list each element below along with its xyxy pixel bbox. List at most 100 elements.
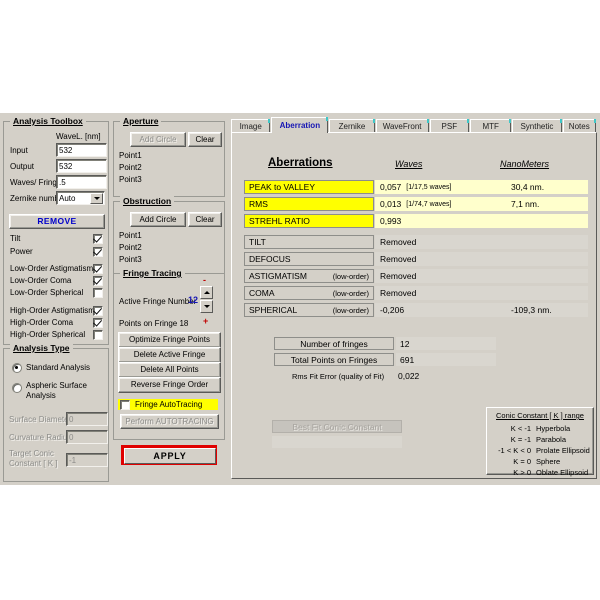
- tab-aberration[interactable]: Aberration: [271, 117, 328, 133]
- spinner-up-icon[interactable]: [200, 286, 213, 299]
- row-waves-value: 0,013[1/74,7 waves]: [375, 197, 506, 211]
- obstruction-add-circle-button[interactable]: Add Circle: [130, 212, 186, 227]
- row-waves-value: Removed: [375, 252, 506, 266]
- delete-active-fringe-button[interactable]: Delete Active Fringe: [118, 347, 221, 363]
- radio-aspheric-analysis[interactable]: [12, 383, 22, 393]
- optimize-fringe-points-button[interactable]: Optimize Fringe Points: [118, 332, 221, 348]
- surface-diameter-label: Surface Diameter: [9, 415, 71, 424]
- row-waves-value: 0,993: [375, 214, 506, 228]
- apply-button[interactable]: APPLY: [124, 448, 216, 464]
- surface-diameter-field[interactable]: 0: [66, 412, 108, 426]
- decrement-fringe-icon[interactable]: -: [203, 276, 206, 285]
- term-checkbox-low-order-astigmatism[interactable]: [93, 264, 103, 274]
- fringe-autotracing-row[interactable]: Fringe AutoTracing: [118, 399, 218, 410]
- best-fit-conic-constant-button[interactable]: Best Fit Conic Constant: [272, 420, 402, 433]
- row-label: PEAK to VALLEY: [244, 180, 374, 194]
- obstruction-title: Obstruction: [120, 196, 174, 206]
- aperture-point-1[interactable]: Point1: [119, 151, 142, 160]
- rms-fit-error-value: 0,022: [398, 371, 419, 381]
- conic-row-oblate-ellipsoid: K > 0 Oblate Ellipsoid: [487, 468, 593, 478]
- term-label-6: High-Order Coma: [10, 318, 73, 327]
- zernike-number-select[interactable]: Auto: [56, 191, 105, 205]
- row-waves-value: Removed: [375, 269, 506, 283]
- total-points-value: 691: [396, 353, 496, 366]
- aperture-point-2[interactable]: Point2: [119, 163, 142, 172]
- delete-all-points-button[interactable]: Delete All Points: [118, 362, 221, 378]
- conic-desc: Sphere: [536, 457, 560, 466]
- tab-wavefront[interactable]: WaveFront: [376, 119, 429, 133]
- active-fringe-number-value: 12: [188, 295, 198, 305]
- conic-k: K > 0: [487, 468, 531, 477]
- increment-fringe-icon[interactable]: +: [203, 317, 208, 326]
- tab-image[interactable]: Image: [231, 119, 270, 133]
- fringe-autotracing-label: Fringe AutoTracing: [135, 400, 202, 409]
- aberration-row-spherical: SPHERICAL(low-order) -0,206 -109,3 nm.: [244, 303, 588, 317]
- best-fit-conic-constant-value: [272, 436, 402, 448]
- aperture-add-circle-button[interactable]: Add Circle: [130, 132, 186, 147]
- obstruction-clear-button[interactable]: Clear: [188, 212, 222, 227]
- output-label: Output: [10, 162, 34, 171]
- waves-per-fringe-field[interactable]: .5: [56, 175, 107, 189]
- fringe-tracing-panel: Fringe Tracing - Active Fringe Number 12…: [113, 273, 225, 440]
- term-label-2: Low-Order Astigmatism: [10, 264, 93, 273]
- aperture-point-3[interactable]: Point3: [119, 175, 142, 184]
- aperture-panel: Aperture Add Circle Clear Point1 Point2 …: [113, 121, 225, 197]
- row-label: ASTIGMATISM(low-order): [244, 269, 374, 283]
- aperture-clear-button[interactable]: Clear: [188, 132, 222, 147]
- row-nm-value: -109,3 nm.: [506, 303, 588, 317]
- reverse-fringe-order-button[interactable]: Reverse Fringe Order: [118, 377, 221, 393]
- remove-button[interactable]: REMOVE: [9, 214, 105, 229]
- term-checkbox-high-order-coma[interactable]: [93, 318, 103, 328]
- term-checkbox-power[interactable]: [93, 247, 103, 257]
- active-fringe-spinner[interactable]: [200, 286, 213, 314]
- tab-synthetic[interactable]: Synthetic: [512, 119, 561, 133]
- row-nm-value: 7,1 nm.: [506, 197, 588, 211]
- standard-analysis-label: Standard Analysis: [26, 363, 90, 372]
- aberration-row-coma: COMA(low-order) Removed: [244, 286, 588, 300]
- tab-mtf[interactable]: MTF: [470, 119, 511, 133]
- row-waves-value: 0,057[1/17,5 waves]: [375, 180, 506, 194]
- radio-standard-analysis[interactable]: [12, 363, 22, 373]
- output-wavelength-field[interactable]: 532: [56, 159, 107, 173]
- spinner-down-icon[interactable]: [200, 300, 213, 313]
- fringe-tracing-title: Fringe Tracing: [120, 268, 185, 278]
- row-waves-value: Removed: [375, 286, 506, 300]
- row-label: RMS: [244, 197, 374, 211]
- term-checkbox-low-order-spherical[interactable]: [93, 288, 103, 298]
- term-label-5: High-Order Astigmatism: [10, 306, 95, 315]
- obstruction-point-1[interactable]: Point1: [119, 231, 142, 240]
- term-checkbox-high-order-spherical[interactable]: [93, 330, 103, 340]
- tab-psf[interactable]: PSF: [430, 119, 469, 133]
- conic-desc: Prolate Ellipsoid: [536, 446, 590, 455]
- obstruction-panel: Obstruction Add Circle Clear Point1 Poin…: [113, 201, 225, 277]
- points-on-fringe-label: Points on Fringe 18: [119, 319, 188, 328]
- term-checkbox-low-order-coma[interactable]: [93, 276, 103, 286]
- target-conic-field[interactable]: -1: [66, 453, 108, 467]
- aberration-row-strehl-ratio: STREHL RATIO 0,993: [244, 214, 588, 228]
- total-points-on-fringes-row: Total Points on Fringes 691: [274, 353, 504, 366]
- obstruction-point-2[interactable]: Point2: [119, 243, 142, 252]
- target-conic-label: Target Conic Constant [ K ]: [9, 449, 65, 469]
- total-points-label: Total Points on Fringes: [274, 353, 394, 366]
- perform-autotracing-button[interactable]: Perform AUTOTRACING: [120, 414, 219, 429]
- obstruction-point-3[interactable]: Point3: [119, 255, 142, 264]
- row-label: SPHERICAL(low-order): [244, 303, 374, 317]
- tab-notes[interactable]: Notes: [563, 119, 597, 133]
- aberration-row-defocus: DEFOCUS Removed: [244, 252, 588, 266]
- tab-zernike[interactable]: Zernike: [329, 119, 374, 133]
- row-nm-value: [506, 252, 588, 266]
- curvature-radius-field[interactable]: 0: [66, 430, 108, 444]
- term-checkbox-tilt[interactable]: [93, 234, 103, 244]
- input-wavelength-field[interactable]: 532: [56, 143, 107, 157]
- term-checkbox-high-order-astigmatism[interactable]: [93, 306, 103, 316]
- analysis-type-panel: Analysis Type Standard Analysis Aspheric…: [3, 348, 109, 482]
- column-header-waves: Waves: [395, 159, 422, 169]
- column-header-nanometers: NanoMeters: [500, 159, 549, 169]
- chevron-down-icon[interactable]: [90, 193, 103, 204]
- analysis-toolbox-title: Analysis Toolbox: [10, 116, 86, 126]
- fringe-autotracing-checkbox[interactable]: [120, 400, 130, 410]
- conic-row-sphere: K = 0 Sphere: [487, 457, 593, 467]
- term-label-0: Tilt: [10, 234, 20, 243]
- aberration-row-tilt: TILT Removed: [244, 235, 588, 249]
- term-label-7: High-Order Spherical: [10, 330, 85, 339]
